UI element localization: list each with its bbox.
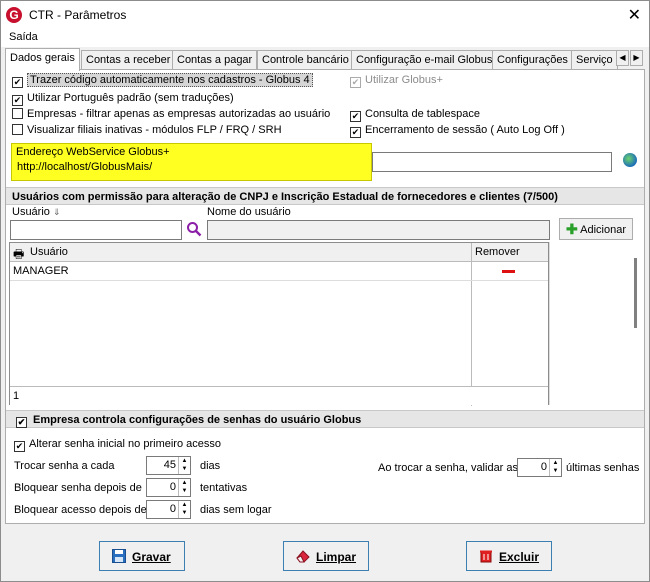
spinner-arrows-icon[interactable]: ▲ ▼ xyxy=(178,457,190,474)
checkbox-alterar-senha[interactable]: ✔ Alterar senha inicial no primeiro acess… xyxy=(14,438,221,452)
validar-senhas-unit: últimas senhas xyxy=(566,462,640,474)
grid-col-usuario[interactable]: Usuário xyxy=(30,246,68,258)
nome-usuario-label: Nome do usuário xyxy=(207,206,291,218)
usuarios-grid: 🖶 Usuário Remover MANAGER 1 xyxy=(9,242,549,406)
checkbox-utilizar-globus-plus[interactable]: ✔ Utilizar Globus+ xyxy=(350,74,443,88)
checkbox-encerramento-sessao[interactable]: ✔ Encerramento de sessão ( Auto Log Off ) xyxy=(350,124,565,138)
usuario-input[interactable] xyxy=(10,220,182,240)
limpar-button[interactable]: Limpar xyxy=(283,541,369,571)
window: G CTR - Parâmetros ✕ Saída Dados gerais … xyxy=(0,0,650,582)
bloquear-acesso-unit: dias sem logar xyxy=(200,504,272,516)
checkmark-icon: ✔ xyxy=(14,441,25,452)
tab-scroll-right-icon[interactable]: ▶ xyxy=(630,50,643,66)
trocar-senha-stepper[interactable]: 45 ▲ ▼ xyxy=(146,456,191,475)
plus-icon: ✚ xyxy=(565,220,578,237)
eraser-icon xyxy=(296,549,310,563)
webservice-input-extension[interactable] xyxy=(372,152,612,172)
grid-footer: 1 xyxy=(10,386,548,405)
checkbox-consulta-tablespace[interactable]: ✔ Consulta de tablespace xyxy=(350,108,480,122)
tab-controle-bancario[interactable]: Controle bancário xyxy=(257,50,354,70)
tab-contas-receber[interactable]: Contas a receber xyxy=(81,50,176,70)
bloquear-senha-label: Bloquear senha depois de xyxy=(14,482,142,494)
grid-col-remover: Remover xyxy=(475,246,520,258)
tab-panel-dados-gerais: ✔ Trazer código automaticamente nos cadas… xyxy=(5,69,645,524)
validar-senhas-stepper[interactable]: 0 ▲ ▼ xyxy=(517,458,562,477)
grid-scrollbar[interactable] xyxy=(549,242,641,405)
checkbox-utilizar-portugues[interactable]: ✔ Utilizar Português padrão (sem traduçõe… xyxy=(12,92,234,106)
spinner-arrows-icon[interactable]: ▲ ▼ xyxy=(549,459,561,476)
usuario-label: Usuário ⇓ xyxy=(12,206,61,218)
app-logo-icon: G xyxy=(6,7,22,23)
trocar-senha-unit: dias xyxy=(200,460,221,472)
usuarios-section-header: Usuários com permissão para alteração de… xyxy=(6,187,644,205)
window-title: CTR - Parâmetros xyxy=(29,8,127,22)
senha-section-header[interactable]: ✔ Empresa controla configurações de senha… xyxy=(6,410,644,428)
menu-bar: Saída xyxy=(1,29,649,47)
spinner-arrows-icon[interactable]: ▲ ▼ xyxy=(178,501,190,518)
title-bar: G CTR - Parâmetros ✕ xyxy=(1,1,649,29)
tab-dados-gerais[interactable]: Dados gerais xyxy=(5,48,80,71)
sort-down-icon: ⇓ xyxy=(52,207,61,217)
validar-senhas-label: Ao trocar a senha, validar as xyxy=(378,462,519,474)
bloquear-acesso-label: Bloquear acesso depois de xyxy=(14,504,147,516)
scrollbar-thumb[interactable] xyxy=(634,258,637,328)
spinner-arrows-icon[interactable]: ▲ ▼ xyxy=(178,479,190,496)
grid-row-count: 1 xyxy=(13,390,20,402)
checkmark-icon: ✔ xyxy=(12,77,23,88)
tab-scroll-left-icon[interactable]: ◀ xyxy=(616,50,629,66)
bloquear-acesso-stepper[interactable]: 0 ▲ ▼ xyxy=(146,500,191,519)
menu-item-saida[interactable]: Saída xyxy=(9,31,38,43)
trocar-senha-label: Trocar senha a cada xyxy=(14,460,115,472)
table-row[interactable]: MANAGER xyxy=(10,262,548,281)
tab-contas-pagar[interactable]: Contas a pagar xyxy=(172,50,258,70)
checkmark-icon: ✔ xyxy=(16,417,27,428)
close-icon[interactable]: ✕ xyxy=(628,5,641,25)
trash-icon xyxy=(479,549,493,563)
webservice-input[interactable] xyxy=(15,158,368,176)
bloquear-senha-stepper[interactable]: 0 ▲ ▼ xyxy=(146,478,191,497)
nome-usuario-input xyxy=(207,220,550,240)
grid-cell-usuario: MANAGER xyxy=(13,265,69,277)
excluir-button[interactable]: Excluir xyxy=(466,541,552,571)
tab-servico[interactable]: Serviço xyxy=(571,50,618,70)
checkmark-icon: ✔ xyxy=(12,95,23,106)
gravar-button[interactable]: Gravar xyxy=(99,541,185,571)
checkbox-trazer-codigo[interactable]: ✔ Trazer código automaticamente nos cadas… xyxy=(12,73,313,88)
tab-configuracao-email[interactable]: Configuração e-mail Globus xyxy=(351,50,498,70)
globe-icon[interactable] xyxy=(623,153,637,167)
checkbox-empresas-filtrar[interactable]: Empresas - filtrar apenas as empresas au… xyxy=(12,108,330,120)
tab-strip: Dados gerais Contas a receber Contas a p… xyxy=(5,48,645,71)
checkmark-icon: ✔ xyxy=(350,77,361,88)
adicionar-button[interactable]: ✚ Adicionar xyxy=(559,218,633,240)
checkmark-icon: ✔ xyxy=(350,111,361,122)
search-icon[interactable] xyxy=(186,221,202,237)
save-icon xyxy=(112,549,126,563)
tab-configuracoes[interactable]: Configurações xyxy=(492,50,573,70)
checkbox-visualizar-filiais[interactable]: Visualizar filiais inativas - módulos FL… xyxy=(12,124,282,136)
grid-header: 🖶 Usuário Remover xyxy=(10,243,548,262)
remove-icon[interactable] xyxy=(502,270,515,273)
webservice-label: Endereço WebService Globus+ xyxy=(16,146,170,158)
checkmark-icon: ✔ xyxy=(350,127,361,138)
webservice-group: Endereço WebService Globus+ xyxy=(11,143,372,181)
bloquear-senha-unit: tentativas xyxy=(200,482,248,494)
